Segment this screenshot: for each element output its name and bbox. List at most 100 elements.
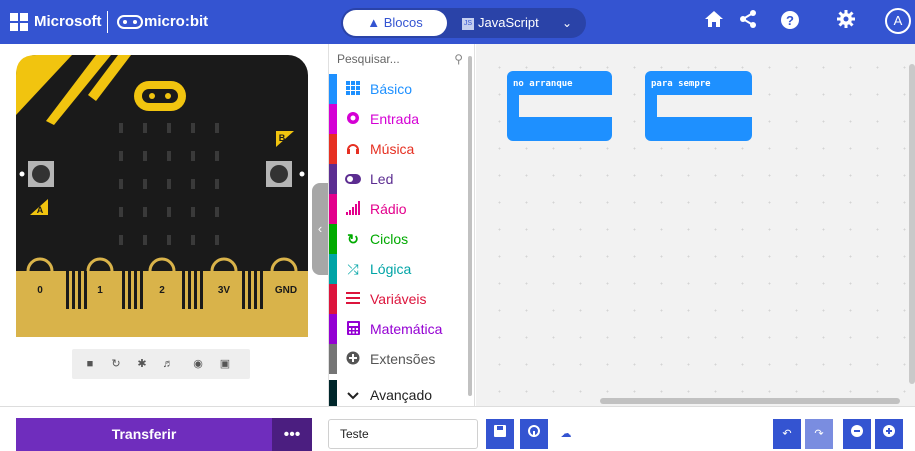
- github-icon[interactable]: [520, 419, 548, 449]
- category-label: Led: [370, 171, 394, 187]
- category-label: Matemática: [370, 321, 443, 337]
- microbit-label[interactable]: micro:bit: [144, 13, 208, 30]
- category-label: Música: [370, 141, 415, 157]
- category-color-bar: [329, 224, 337, 254]
- category-ciclos[interactable]: ↻ Ciclos: [329, 224, 469, 254]
- list-icon: [345, 291, 361, 307]
- transfer-button[interactable]: Transferir: [16, 418, 272, 451]
- puzzle-icon: ▲: [367, 15, 381, 30]
- tab-blocks-label: Blocos: [383, 15, 423, 30]
- category-color-bar: [329, 344, 337, 374]
- category-musica[interactable]: Música: [329, 134, 469, 164]
- category-color-bar: [329, 74, 337, 104]
- search-icon[interactable]: ⚲: [454, 52, 463, 66]
- screenshot-icon[interactable]: ◉: [190, 356, 206, 372]
- block-side: [507, 95, 519, 117]
- microsoft-logo-icon: [10, 13, 28, 31]
- on-start-block-label: no arranque: [507, 71, 612, 95]
- category-color-bar: [329, 104, 337, 134]
- avatar[interactable]: A: [885, 8, 911, 34]
- project-name-input[interactable]: Teste: [328, 419, 478, 449]
- toolbox-scrollbar[interactable]: [468, 56, 472, 396]
- simulator-controls: ■ ↻ ✱ ♬ ◉ ▣: [72, 349, 250, 379]
- undo-icon[interactable]: ↶: [773, 419, 801, 449]
- category-matematica[interactable]: Matemática: [329, 314, 469, 344]
- save-icon[interactable]: [486, 419, 514, 449]
- tab-javascript[interactable]: JS JavaScript: [462, 10, 539, 36]
- category-color-bar: [329, 134, 337, 164]
- simulator-panel: A B 0 1 2 3V GND ■ ↻ ✱ ♬ ◉ ▣: [0, 44, 327, 406]
- help-icon[interactable]: ?: [778, 10, 802, 34]
- stop-icon[interactable]: ■: [82, 356, 98, 372]
- category-logica[interactable]: ⤮ Lógica: [329, 254, 469, 284]
- category-label: Rádio: [370, 201, 407, 217]
- settings-icon[interactable]: [834, 10, 858, 34]
- microsoft-label[interactable]: Microsoft: [34, 13, 102, 30]
- fullscreen-icon[interactable]: ▣: [217, 356, 233, 372]
- category-color-bar: [329, 194, 337, 224]
- pin-label-2: 2: [159, 285, 165, 296]
- svg-text:?: ?: [786, 13, 794, 28]
- button-b-label: B: [279, 133, 286, 143]
- chevron-down-icon[interactable]: ⌄: [554, 10, 580, 36]
- share-icon[interactable]: [736, 10, 760, 34]
- category-entrada[interactable]: Entrada: [329, 104, 469, 134]
- blocks-workspace[interactable]: no arranque para sempre: [476, 44, 915, 406]
- pin-label-3v: 3V: [218, 285, 231, 296]
- top-bar: Microsoft micro:bit ▲ Blocos JS JavaScrip…: [0, 0, 915, 44]
- category-label: Lógica: [370, 261, 412, 277]
- category-label: Extensões: [370, 351, 436, 367]
- category-led[interactable]: Led: [329, 164, 469, 194]
- forever-block-label: para sempre: [645, 71, 752, 95]
- tab-javascript-label: JavaScript: [478, 15, 539, 30]
- input-icon: [345, 111, 361, 127]
- category-label: Avançado: [370, 387, 433, 403]
- microbit-board[interactable]: A B 0 1 2 3V GND: [16, 55, 308, 337]
- category-color-bar: [329, 254, 337, 284]
- mute-icon[interactable]: ♬: [160, 356, 176, 372]
- shuffle-icon: ⤮: [347, 261, 359, 277]
- chevron-left-icon: ‹: [317, 221, 323, 236]
- toolbox: Pesquisar... ⚲ Básico Entrada Música Led…: [328, 44, 475, 410]
- block-bottom: [507, 117, 612, 141]
- more-options-button[interactable]: •••: [272, 418, 312, 451]
- category-extensoes[interactable]: Extensões: [329, 344, 469, 374]
- zoom-out-icon[interactable]: [843, 419, 871, 449]
- category-color-bar: [329, 314, 337, 344]
- brand-divider: [107, 11, 108, 33]
- grid-icon: [345, 81, 361, 97]
- search-placeholder: Pesquisar...: [337, 52, 400, 66]
- block-bottom: [645, 117, 752, 141]
- workspace-horizontal-scrollbar[interactable]: [600, 398, 900, 404]
- pin-label-gnd: GND: [275, 285, 297, 296]
- chevron-down-icon: [345, 387, 361, 403]
- search-input[interactable]: Pesquisar... ⚲: [337, 52, 467, 72]
- category-radio[interactable]: Rádio: [329, 194, 469, 224]
- signal-icon: [345, 201, 361, 217]
- category-basico[interactable]: Básico: [329, 74, 469, 104]
- calculator-icon: [345, 321, 361, 337]
- home-icon[interactable]: [702, 10, 726, 34]
- debug-icon[interactable]: ✱: [134, 356, 150, 372]
- tab-blocks[interactable]: ▲ Blocos: [343, 10, 447, 36]
- zoom-in-icon[interactable]: [875, 419, 903, 449]
- cloud-icon[interactable]: ☁: [552, 419, 580, 449]
- toggle-icon: [345, 171, 361, 187]
- loop-icon: ↻: [347, 231, 359, 247]
- headphones-icon: [345, 141, 361, 157]
- block-slot: [657, 95, 752, 117]
- workspace-vertical-scrollbar[interactable]: [909, 64, 915, 384]
- javascript-icon: JS: [462, 17, 474, 30]
- block-side: [645, 95, 657, 117]
- redo-icon[interactable]: ↷: [805, 419, 833, 449]
- button-a-label: A: [37, 205, 44, 215]
- category-color-bar: [329, 284, 337, 314]
- collapse-simulator-handle[interactable]: ‹: [312, 183, 328, 275]
- category-color-bar: [329, 164, 337, 194]
- category-label: Ciclos: [370, 231, 409, 247]
- restart-icon[interactable]: ↻: [108, 356, 124, 372]
- bottom-bar: Transferir ••• Teste ☁ ↶ ↷: [0, 406, 915, 451]
- category-variaveis[interactable]: Variáveis: [329, 284, 469, 314]
- category-label: Entrada: [370, 111, 420, 127]
- pin-label-0: 0: [37, 285, 43, 296]
